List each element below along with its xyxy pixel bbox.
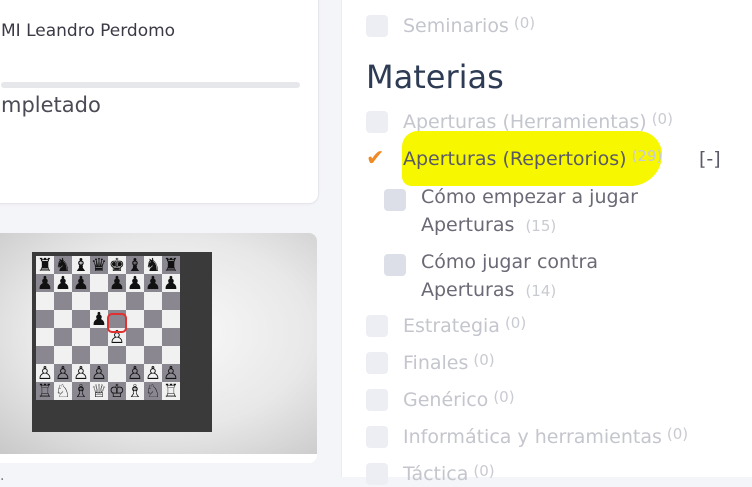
filter-tactica[interactable]: Táctica (0) — [366, 461, 495, 487]
filter-label: Finales — [403, 352, 469, 374]
checkbox[interactable] — [384, 189, 406, 211]
filter-count: (0) — [473, 351, 495, 369]
filter-count: (0) — [493, 388, 515, 406]
chess-piece: ♗ — [127, 381, 143, 402]
chess-piece: ♖ — [163, 381, 179, 402]
checkbox[interactable] — [366, 352, 388, 374]
checkbox[interactable] — [366, 426, 388, 448]
card-caption: . — [0, 468, 5, 484]
section-title: Materias — [366, 58, 504, 96]
card-footer — [0, 454, 317, 463]
filter-count: (0) — [504, 314, 527, 332]
course-author: MI Leandro Perdomo — [1, 21, 176, 41]
subfilter-empezar[interactable]: Cómo empezar a jugar Aperturas (15) — [384, 183, 691, 240]
course-card[interactable]: MI Leandro Perdomo mpletado — [0, 0, 319, 204]
chess-piece: ♟ — [37, 273, 53, 294]
filter-count: (0) — [473, 462, 495, 480]
chess-piece: ♛ — [91, 255, 107, 276]
progress-bar — [1, 82, 300, 88]
chess-piece: ♟ — [73, 273, 89, 294]
checkmark-icon[interactable]: ✔ — [366, 148, 388, 170]
filter-label: Aperturas (Repertorios) — [403, 148, 627, 170]
subfilter-label: Cómo jugar contra Aperturas — [421, 251, 598, 301]
filter-estrategia[interactable]: Estrategia (0) — [366, 313, 526, 339]
filter-panel: Seminarios (0) Materias Aperturas (Herra… — [341, 0, 752, 485]
chess-piece: ♖ — [37, 381, 53, 402]
filter-count: (0) — [513, 14, 536, 32]
filter-count: (14) — [525, 282, 557, 300]
chess-piece: ♟ — [163, 273, 179, 294]
checkbox[interactable] — [366, 463, 388, 485]
subfilter-contra[interactable]: Cómo jugar contra Aperturas (14) — [384, 248, 691, 305]
filter-label: Informática y herramientas — [403, 426, 662, 448]
chess-piece: ♘ — [145, 381, 161, 402]
filter-label: Seminarios — [403, 15, 509, 37]
chess-piece: ♕ — [91, 381, 107, 402]
filter-informatica[interactable]: Informática y herramientas (0) — [366, 424, 688, 450]
checkbox[interactable] — [366, 15, 388, 37]
chess-piece: ♟ — [55, 273, 71, 294]
chess-piece: ♗ — [73, 381, 89, 402]
chess-piece: ♟ — [127, 273, 143, 294]
filter-count: (29) — [631, 147, 663, 165]
chess-piece: ♟ — [145, 273, 161, 294]
checkbox[interactable] — [366, 315, 388, 337]
filter-count: (15) — [525, 217, 557, 235]
filter-label: Genérico — [403, 389, 489, 411]
checkbox[interactable] — [366, 111, 388, 133]
filter-label: Aperturas (Herramientas) — [403, 111, 647, 133]
filter-label: Táctica — [403, 463, 469, 485]
filter-label: Estrategia — [403, 315, 500, 337]
filter-count: (0) — [666, 425, 689, 443]
filter-aperturas-repertorios[interactable]: ✔ Aperturas (Repertorios) (29) — [366, 146, 662, 172]
course-card-2[interactable]: ♜ ♞ ♝ ♛ ♚ ♝ ♞ ♜ ♟ ♟ ♟ ♟ ♟ ♟ ♟ ♟ ♙ ♙ ♙ ♙ ♙ ♙ ♙ ♙ ♖ ♘ ♗ ♕ ♔ ♗ ♘ ♖ — [0, 233, 317, 463]
filter-count: (0) — [651, 110, 673, 128]
chess-piece: ♟ — [91, 309, 107, 330]
filter-generico[interactable]: Genérico (0) — [366, 387, 515, 413]
chess-piece: ♘ — [55, 381, 71, 402]
chess-piece: ♔ — [109, 381, 125, 402]
collapse-toggle[interactable]: [-] — [699, 148, 721, 170]
checkbox[interactable] — [366, 389, 388, 411]
course-thumbnail[interactable]: ♜ ♞ ♝ ♛ ♚ ♝ ♞ ♜ ♟ ♟ ♟ ♟ ♟ ♟ ♟ ♟ ♙ ♙ ♙ ♙ ♙ ♙ ♙ ♙ ♖ ♘ ♗ ♕ ♔ ♗ ♘ ♖ — [0, 233, 317, 454]
progress-label: mpletado — [1, 93, 101, 117]
filter-seminarios[interactable]: Seminarios (0) — [366, 13, 535, 39]
checkbox[interactable] — [384, 254, 406, 276]
chess-piece: ♙ — [109, 327, 125, 348]
chess-piece: ♟ — [109, 273, 125, 294]
chessboard-image: ♜ ♞ ♝ ♛ ♚ ♝ ♞ ♜♟ ♟ ♟ ♟ ♟ ♟ ♟♟♙♙ ♙ ♙ ♙ ♙ ♙ ♙♖ ♘ ♗ ♕ ♔ ♗ ♘ ♖ — [32, 252, 212, 432]
filter-finales[interactable]: Finales (0) — [366, 350, 495, 376]
